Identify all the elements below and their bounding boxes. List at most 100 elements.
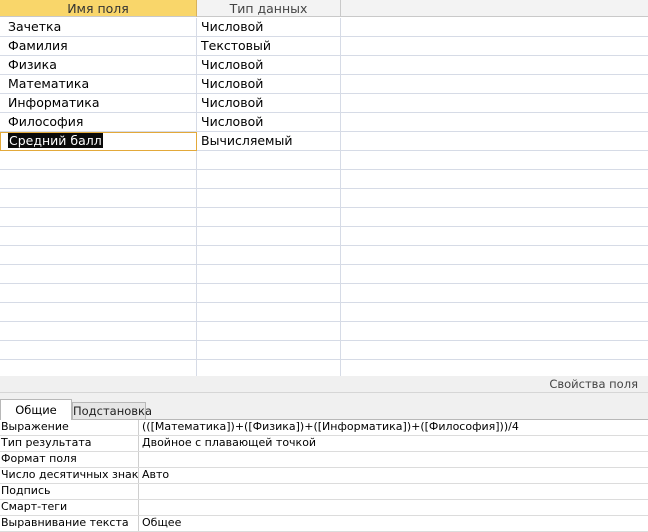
description-cell[interactable] — [341, 37, 648, 56]
table-row[interactable]: Фамилия Текстовый — [0, 37, 648, 56]
data-type-cell[interactable]: Вычисляемый — [197, 132, 341, 151]
property-value[interactable]: Двойное с плавающей точкой — [140, 436, 648, 451]
field-name-cell[interactable] — [0, 284, 197, 303]
data-type-cell[interactable] — [197, 265, 341, 284]
data-type-cell[interactable] — [197, 189, 341, 208]
property-value[interactable] — [140, 484, 648, 499]
description-cell[interactable] — [341, 151, 648, 170]
property-value[interactable] — [140, 500, 648, 515]
table-row[interactable] — [0, 322, 648, 341]
field-name-cell[interactable]: Информатика — [0, 94, 197, 113]
description-cell[interactable] — [341, 246, 648, 265]
table-row[interactable] — [0, 151, 648, 170]
description-cell[interactable] — [341, 94, 648, 113]
table-row[interactable] — [0, 303, 648, 322]
description-cell[interactable] — [341, 284, 648, 303]
description-cell[interactable] — [341, 322, 648, 341]
field-name-text: Зачетка — [8, 19, 62, 34]
description-cell[interactable] — [341, 303, 648, 322]
data-type-cell[interactable] — [197, 284, 341, 303]
table-row[interactable] — [0, 284, 648, 303]
property-value[interactable] — [140, 452, 648, 467]
property-label: Число десятичных знаков — [1, 468, 139, 483]
field-name-cell[interactable] — [0, 360, 197, 376]
column-header-data-type[interactable]: Тип данных — [197, 0, 341, 17]
description-cell[interactable] — [341, 227, 648, 246]
column-header-field-name[interactable]: Имя поля — [0, 0, 197, 17]
data-type-cell[interactable] — [197, 246, 341, 265]
grid-header: Имя поля Тип данных — [0, 0, 648, 18]
table-row[interactable]: Физика Числовой — [0, 56, 648, 75]
field-name-cell[interactable]: Средний балл — [0, 132, 197, 151]
field-name-cell[interactable] — [0, 208, 197, 227]
property-label: Подпись — [0, 484, 139, 499]
field-name-cell[interactable] — [0, 303, 197, 322]
description-cell[interactable] — [341, 341, 648, 360]
table-row[interactable] — [0, 208, 648, 227]
data-type-cell[interactable]: Числовой — [197, 18, 341, 37]
field-name-cell[interactable]: Физика — [0, 56, 197, 75]
description-cell[interactable] — [341, 170, 648, 189]
field-name-cell[interactable]: Зачетка — [0, 18, 197, 37]
field-name-cell[interactable] — [0, 189, 197, 208]
data-type-cell[interactable] — [197, 360, 341, 376]
data-type-cell[interactable] — [197, 208, 341, 227]
field-name-cell[interactable] — [0, 322, 197, 341]
field-name-cell[interactable]: Философия — [0, 113, 197, 132]
property-row: Смарт-теги — [0, 500, 648, 516]
field-name-cell[interactable] — [0, 265, 197, 284]
field-name-text: Информатика — [8, 95, 100, 110]
table-row[interactable] — [0, 360, 648, 376]
description-cell[interactable] — [341, 113, 648, 132]
data-type-cell[interactable] — [197, 303, 341, 322]
table-row[interactable] — [0, 265, 648, 284]
properties-table: Выражение (([Математика])+([Физика])+([Ин… — [0, 419, 648, 532]
tab-general[interactable]: Общие — [0, 399, 72, 420]
field-name-cell[interactable]: Математика — [0, 75, 197, 94]
table-row[interactable] — [0, 246, 648, 265]
description-cell[interactable] — [341, 75, 648, 94]
data-type-cell[interactable] — [197, 341, 341, 360]
field-name-cell[interactable] — [0, 227, 197, 246]
description-cell[interactable] — [341, 360, 648, 376]
data-type-cell[interactable] — [197, 170, 341, 189]
table-row[interactable] — [0, 170, 648, 189]
column-header-description[interactable] — [341, 0, 648, 17]
description-cell[interactable] — [341, 208, 648, 227]
property-value[interactable]: Авто — [140, 468, 648, 483]
description-cell[interactable] — [341, 189, 648, 208]
field-name-cell[interactable] — [0, 151, 197, 170]
data-type-cell[interactable] — [197, 227, 341, 246]
properties-divider — [0, 392, 648, 393]
data-type-cell[interactable]: Числовой — [197, 56, 341, 75]
description-cell[interactable] — [341, 132, 648, 151]
field-name-cell[interactable] — [0, 170, 197, 189]
table-row[interactable]: Информатика Числовой — [0, 94, 648, 113]
table-row[interactable]: Средний балл Вычисляемый — [0, 132, 648, 151]
property-row: Тип результата Двойное с плавающей точкой — [0, 436, 648, 452]
property-value[interactable]: Общее — [140, 516, 648, 531]
data-type-cell[interactable] — [197, 322, 341, 341]
table-row[interactable]: Философия Числовой — [0, 113, 648, 132]
table-row[interactable] — [0, 189, 648, 208]
description-cell[interactable] — [341, 265, 648, 284]
description-cell[interactable] — [341, 56, 648, 75]
field-name-text: Фамилия — [8, 38, 68, 53]
table-row[interactable] — [0, 227, 648, 246]
tab-lookup[interactable]: Подстановка — [72, 402, 152, 419]
field-name-cell[interactable] — [0, 246, 197, 265]
data-type-cell[interactable]: Числовой — [197, 113, 341, 132]
field-name-text: Математика — [8, 76, 90, 91]
description-cell[interactable] — [341, 18, 648, 37]
table-row[interactable]: Зачетка Числовой — [0, 18, 648, 37]
data-type-cell[interactable]: Числовой — [197, 75, 341, 94]
field-name-cell[interactable] — [0, 341, 197, 360]
field-name-cell[interactable]: Фамилия — [0, 37, 197, 56]
data-type-cell[interactable]: Числовой — [197, 94, 341, 113]
data-type-cell[interactable]: Текстовый — [197, 37, 341, 56]
table-row[interactable]: Математика Числовой — [0, 75, 648, 94]
property-row: Подпись — [0, 484, 648, 500]
data-type-cell[interactable] — [197, 151, 341, 170]
property-value[interactable]: (([Математика])+([Физика])+([Информатика… — [140, 420, 648, 435]
table-row[interactable] — [0, 341, 648, 360]
